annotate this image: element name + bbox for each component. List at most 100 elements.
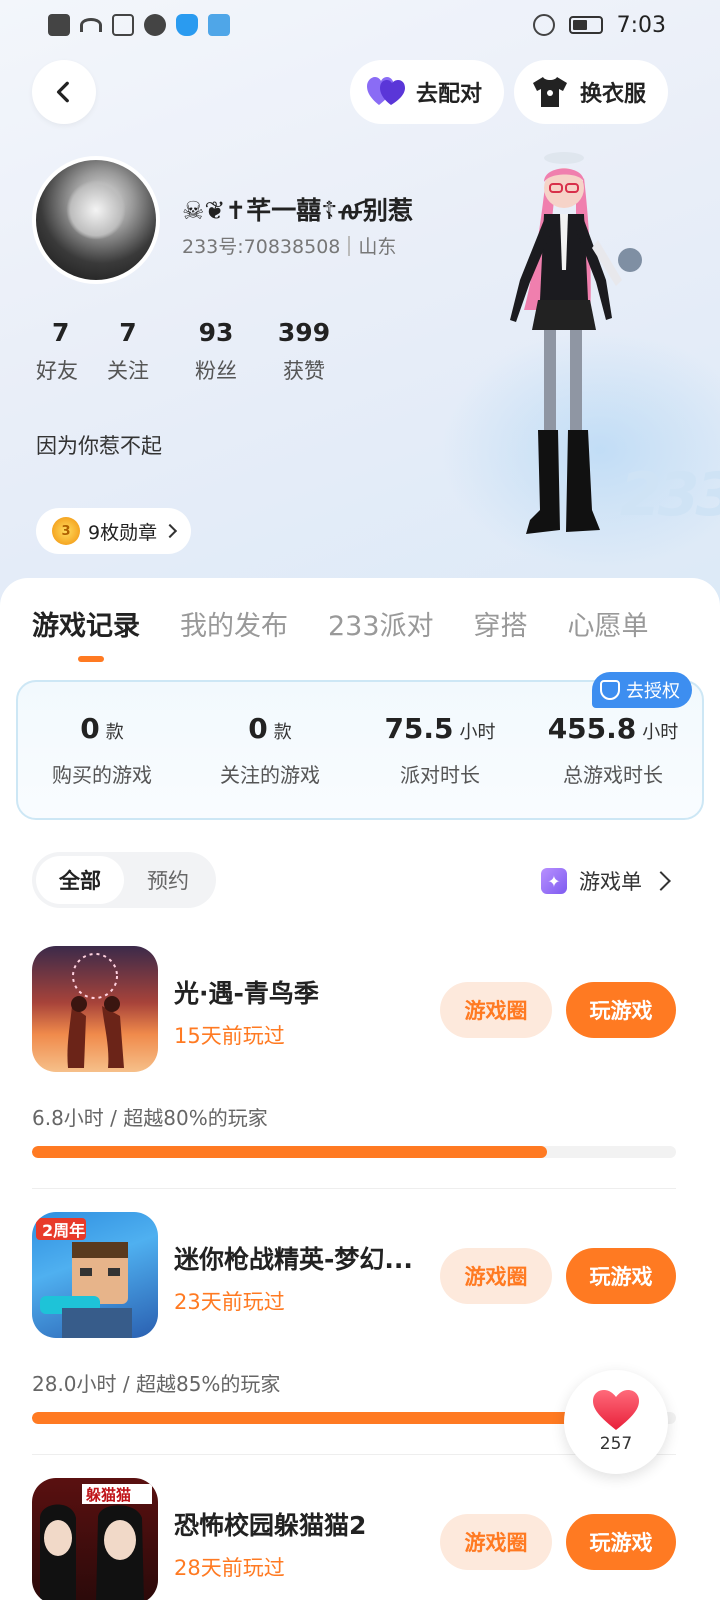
match-label: 去配对	[416, 82, 483, 107]
authorize-label: 去授权	[626, 681, 680, 702]
stat-following[interactable]: 7 关注	[84, 318, 172, 385]
progress-fill	[32, 1146, 548, 1158]
tab-233-party[interactable]: 233派对	[328, 604, 434, 643]
alert-icon	[48, 14, 70, 36]
like-button[interactable]: 257	[564, 1370, 668, 1474]
game-circle-button[interactable]: 游戏圈	[440, 982, 552, 1038]
stat-number: 399	[277, 318, 331, 347]
game-list-link[interactable]: ✦ 游戏单	[541, 866, 671, 896]
level-badge-decoration: 233	[620, 460, 720, 530]
filter-reserved[interactable]: 预约	[124, 856, 212, 904]
match-button[interactable]: 去配对	[350, 60, 505, 124]
summary-party-time: 75.5 小时 派对时长	[374, 712, 506, 788]
filter-all[interactable]: 全部	[36, 856, 124, 904]
list-item[interactable]: 躲猫猫 恐怖校园躲猫猫2 28天前玩过 游戏圈 玩游戏	[32, 1478, 688, 1600]
timer-icon	[144, 14, 166, 36]
stat-likes[interactable]: 399 获赞	[260, 318, 348, 385]
profile-tabs: 游戏记录 我的发布 233派对 穿搭 心愿单	[32, 604, 649, 643]
book-icon	[208, 14, 230, 36]
stat-number: 93	[198, 318, 234, 347]
battery-icon	[568, 16, 603, 34]
game-icon[interactable]	[32, 946, 158, 1072]
stat-fans[interactable]: 93 粉丝	[172, 318, 260, 385]
summary-unit: 款	[273, 722, 292, 743]
status-icons-right: 7:03	[532, 12, 666, 38]
list-item[interactable]: 光·遇-青鸟季 15天前玩过 游戏圈 玩游戏 6.8小时 / 超越80%的玩家	[32, 946, 688, 1196]
summary-unit: 款	[105, 722, 124, 743]
svg-text:躲猫猫: 躲猫猫	[86, 1486, 131, 1504]
heart-pair-icon	[366, 72, 406, 112]
status-time: 7:03	[616, 12, 666, 38]
medal-button[interactable]: 3 9枚勋章	[36, 508, 192, 554]
location: 山东	[358, 236, 397, 258]
stat-label: 好友	[36, 359, 78, 383]
data-saver-icon	[532, 14, 555, 36]
wifi-icon	[80, 18, 102, 32]
chevron-right-icon	[651, 871, 671, 891]
game-playtime-stat: 28.0小时 / 超越85%的玩家	[32, 1372, 281, 1396]
game-list-label: 游戏单	[579, 870, 642, 894]
stat-label: 获赞	[283, 359, 325, 383]
divider	[348, 235, 351, 256]
summary-label: 购买的游戏	[52, 763, 152, 787]
tab-outfits[interactable]: 穿搭	[474, 604, 528, 643]
chevron-right-icon	[163, 523, 178, 539]
summary-unit: 小时	[642, 722, 679, 743]
summary-followed: 0款 关注的游戏	[204, 712, 336, 788]
medal-icon: 3	[52, 517, 80, 545]
play-game-button[interactable]: 玩游戏	[566, 1248, 676, 1304]
like-count: 257	[599, 1434, 633, 1454]
profile-stats: 7 好友 7 关注 93 粉丝 399 获赞	[36, 318, 348, 385]
tab-my-posts[interactable]: 我的发布	[180, 604, 288, 643]
stat-label: 关注	[107, 359, 149, 383]
user-id: 233号:70838508	[182, 236, 341, 258]
summary-total-time: 455.8 小时 总游戏时长	[538, 712, 688, 788]
back-button[interactable]	[32, 60, 96, 124]
tab-indicator	[78, 656, 104, 662]
id-line: 233号:70838508 山东	[182, 232, 396, 259]
summary-label: 关注的游戏	[220, 763, 320, 787]
game-last-played: 28天前玩过	[174, 1556, 285, 1580]
stat-friends[interactable]: 7 好友	[36, 318, 84, 385]
summary-label: 总游戏时长	[563, 763, 663, 787]
shield-icon	[176, 14, 198, 36]
bio: 因为你惹不起	[36, 434, 162, 458]
status-bar: 7:03	[0, 0, 720, 50]
play-game-button[interactable]: 玩游戏	[566, 982, 676, 1038]
game-circle-button[interactable]: 游戏圈	[440, 1248, 552, 1304]
play-game-button[interactable]: 玩游戏	[566, 1514, 676, 1570]
authorize-button[interactable]: 去授权	[592, 672, 692, 708]
tab-game-records[interactable]: 游戏记录	[32, 604, 140, 643]
heart-icon	[593, 1390, 639, 1430]
stat-number: 7	[119, 318, 137, 347]
game-name: 迷你枪战精英-梦幻...	[174, 1245, 413, 1274]
outfit-button[interactable]: 换衣服	[514, 60, 669, 124]
chevron-left-icon	[56, 81, 69, 103]
game-playtime-stat: 6.8小时 / 超越80%的玩家	[32, 1106, 268, 1130]
game-last-played: 15天前玩过	[174, 1024, 285, 1048]
tab-wishlist[interactable]: 心愿单	[568, 604, 649, 643]
tshirt-icon	[530, 72, 570, 112]
svg-text:2周年: 2周年	[42, 1221, 85, 1240]
summary-value: 455.8	[547, 712, 637, 745]
stat-number: 7	[52, 318, 70, 347]
avatar[interactable]	[32, 156, 160, 284]
summary-value: 75.5	[384, 712, 454, 745]
sd-card-icon	[112, 14, 134, 36]
sparkle-icon: ✦	[541, 868, 567, 894]
game-circle-button[interactable]: 游戏圈	[440, 1514, 552, 1570]
game-icon[interactable]: 躲猫猫	[32, 1478, 158, 1600]
game-name: 光·遇-青鸟季	[174, 979, 319, 1008]
status-icons-left	[48, 14, 230, 36]
shield-check-icon	[600, 680, 620, 700]
divider	[32, 1188, 676, 1189]
playtime-progress-bar	[32, 1146, 676, 1158]
game-icon[interactable]: 2周年	[32, 1212, 158, 1338]
filter-segmented-control: 全部 预约	[32, 852, 216, 908]
game-name: 恐怖校园躲猫猫2	[174, 1511, 367, 1540]
summary-value: 0	[248, 712, 268, 745]
summary-unit: 小时	[459, 722, 496, 743]
game-last-played: 23天前玩过	[174, 1290, 285, 1314]
summary-purchased: 0款 购买的游戏	[36, 712, 168, 788]
summary-label: 派对时长	[400, 763, 480, 787]
